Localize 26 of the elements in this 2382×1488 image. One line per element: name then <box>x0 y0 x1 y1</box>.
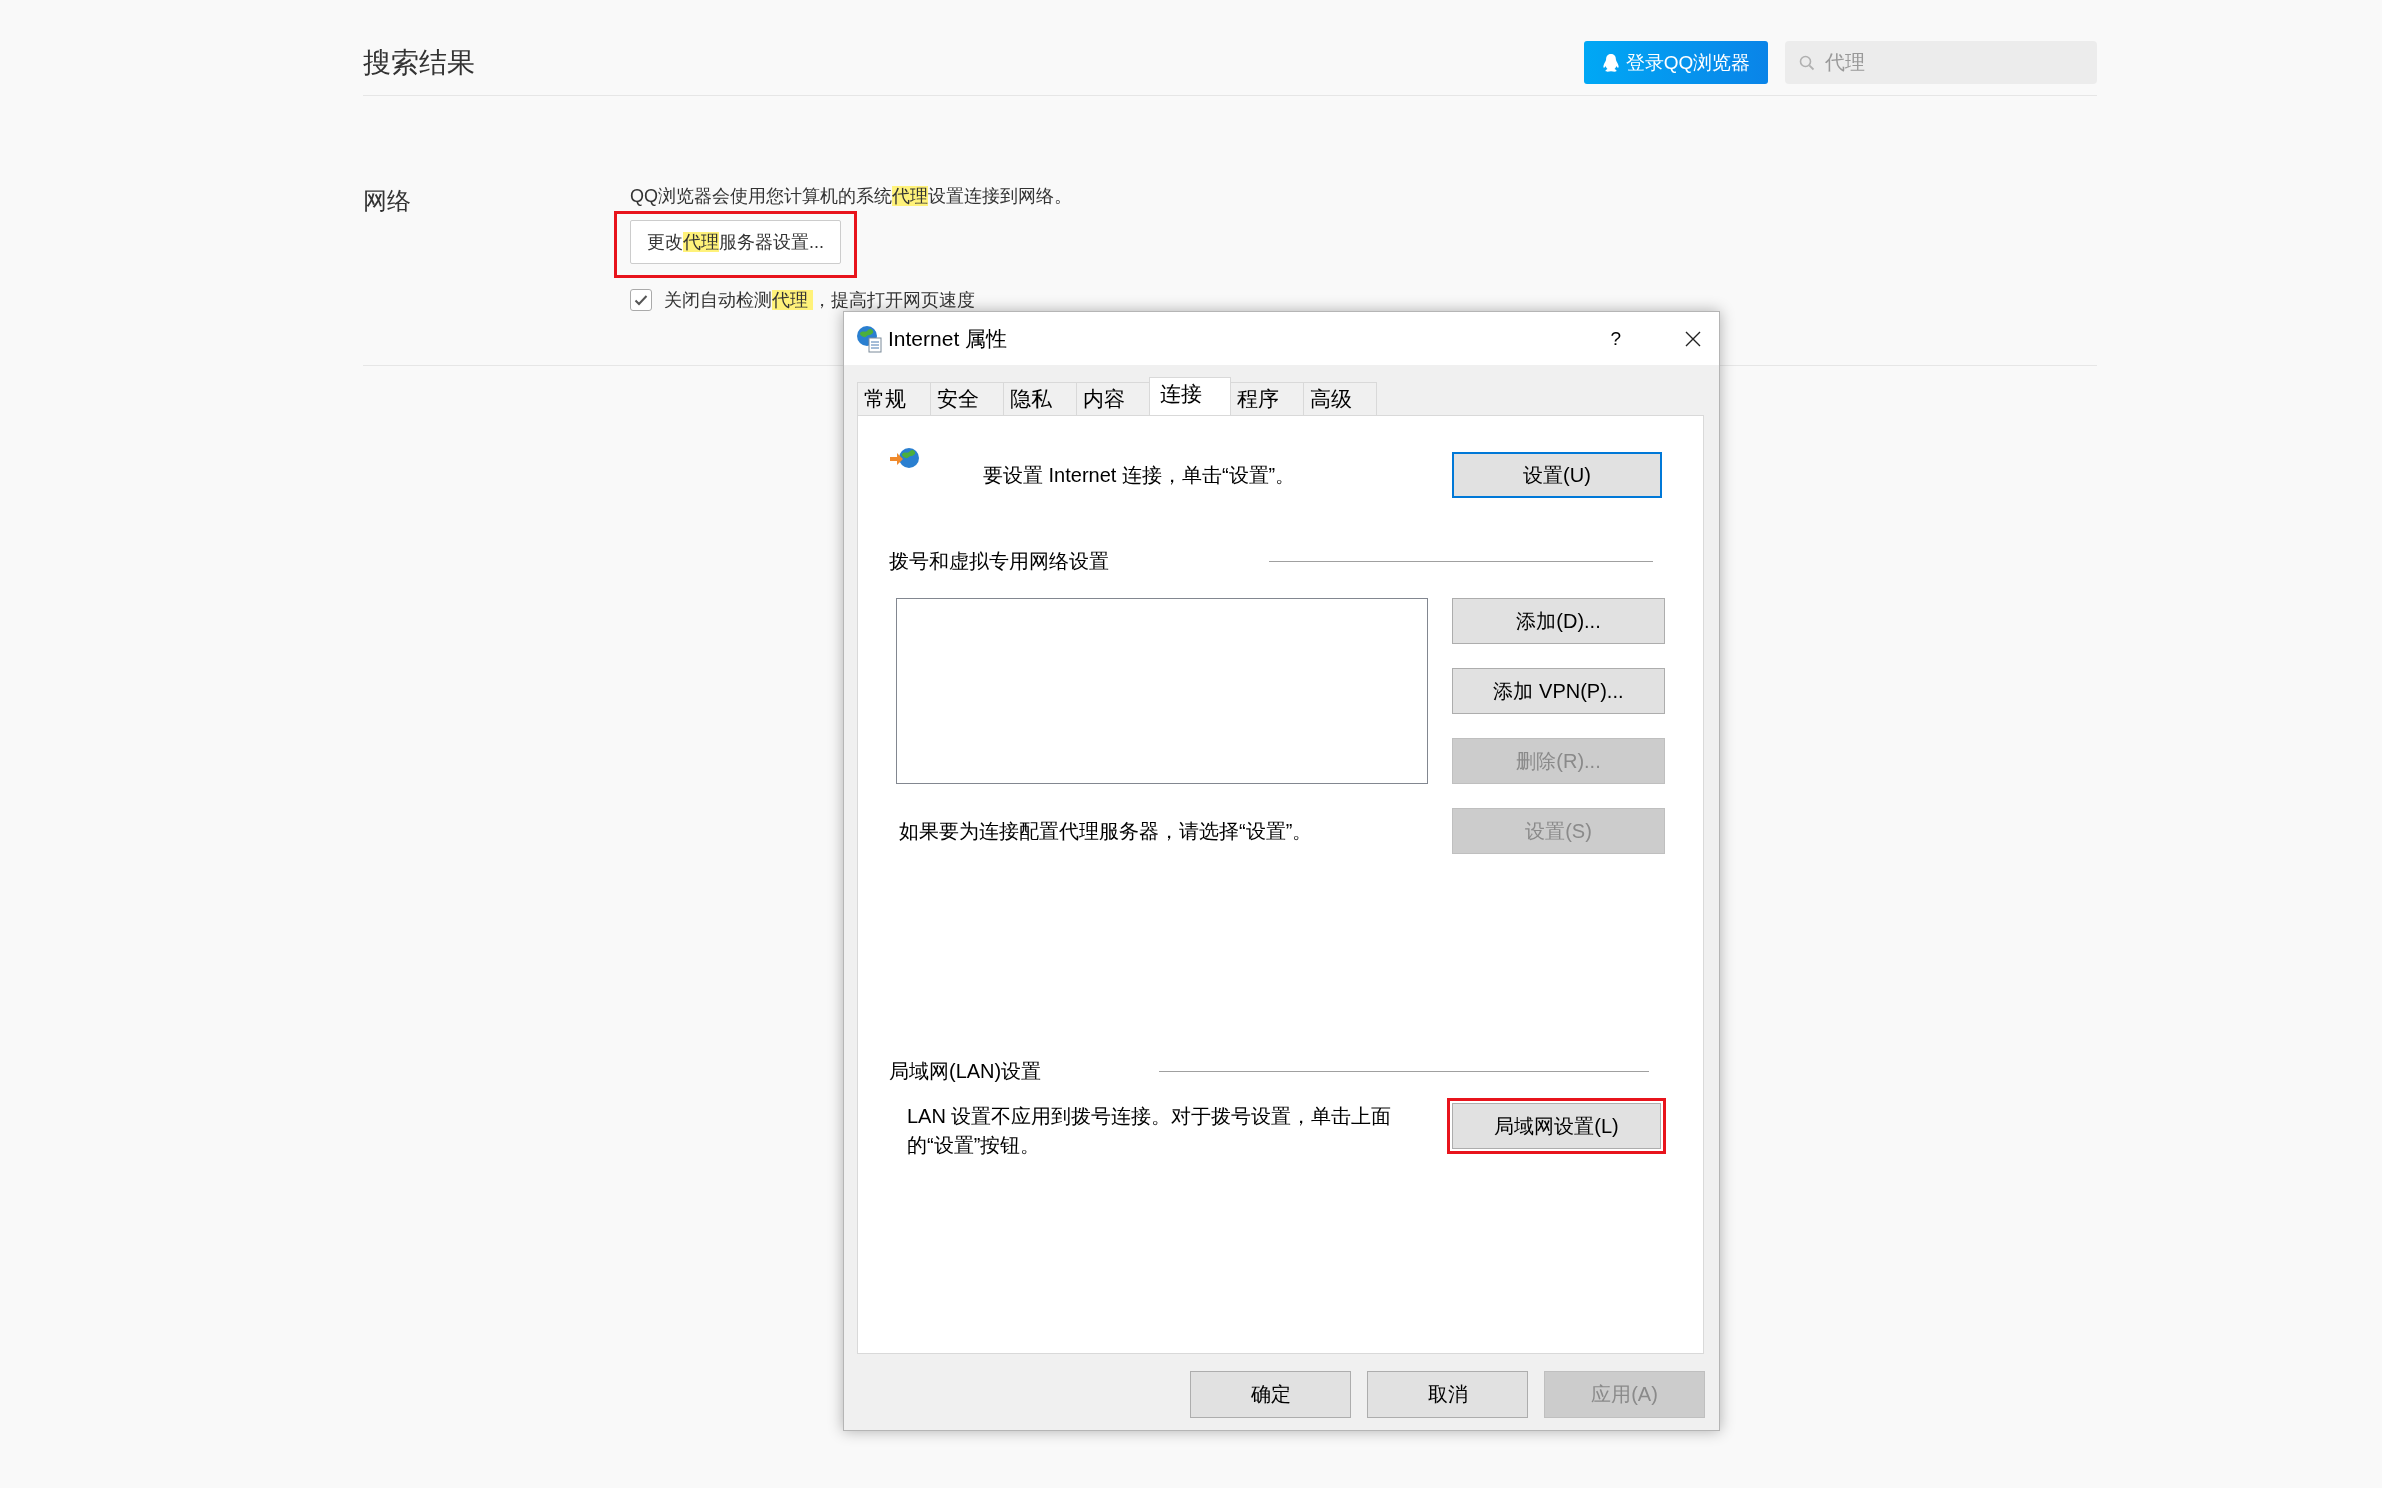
penguin-icon <box>1601 52 1620 73</box>
dialog-button[interactable]: 确定 <box>1190 1371 1351 1418</box>
tab[interactable]: 常规 <box>857 382 931 415</box>
setup-button[interactable]: 设置(U) <box>1452 452 1662 498</box>
dialog-button[interactable]: 取消 <box>1367 1371 1528 1418</box>
help-button[interactable]: ? <box>1610 327 1621 350</box>
proxy-settings-button[interactable]: 更改代理服务器设置... <box>630 220 841 264</box>
checkbox-label: 关闭自动检测代理 ，提高打开网页速度 <box>664 289 975 312</box>
check-icon <box>634 294 648 306</box>
page-title: 搜索结果 <box>363 46 476 80</box>
lan-settings-button[interactable]: 局域网设置(L) <box>1452 1103 1661 1149</box>
section-label: 网络 <box>363 186 412 216</box>
dialup-button[interactable]: 添加 VPN(P)... <box>1452 668 1665 714</box>
group-heading: 拨号和虚拟专用网络设置 <box>889 548 1109 574</box>
close-icon[interactable] <box>1685 330 1701 347</box>
tab[interactable]: 高级 <box>1303 382 1377 415</box>
setup-text: 要设置 Internet 连接，单击“设置”。 <box>983 462 1297 488</box>
dialup-button[interactable]: 添加(D)... <box>1452 598 1665 644</box>
tab[interactable]: 连接 <box>1149 377 1231 415</box>
checkbox[interactable] <box>630 289 652 311</box>
group-heading: 局域网(LAN)设置 <box>889 1058 1042 1084</box>
search-icon <box>1799 55 1815 71</box>
lan-text: LAN 设置不应用到拨号连接。对于拨号设置，单击上面的“设置”按钮。 <box>907 1104 1393 1158</box>
dialog-title: Internet 属性 <box>888 325 1009 352</box>
globe-document-icon <box>856 324 882 353</box>
proxy-note: 如果要为连接配置代理服务器，请选择“设置”。 <box>899 818 1314 844</box>
